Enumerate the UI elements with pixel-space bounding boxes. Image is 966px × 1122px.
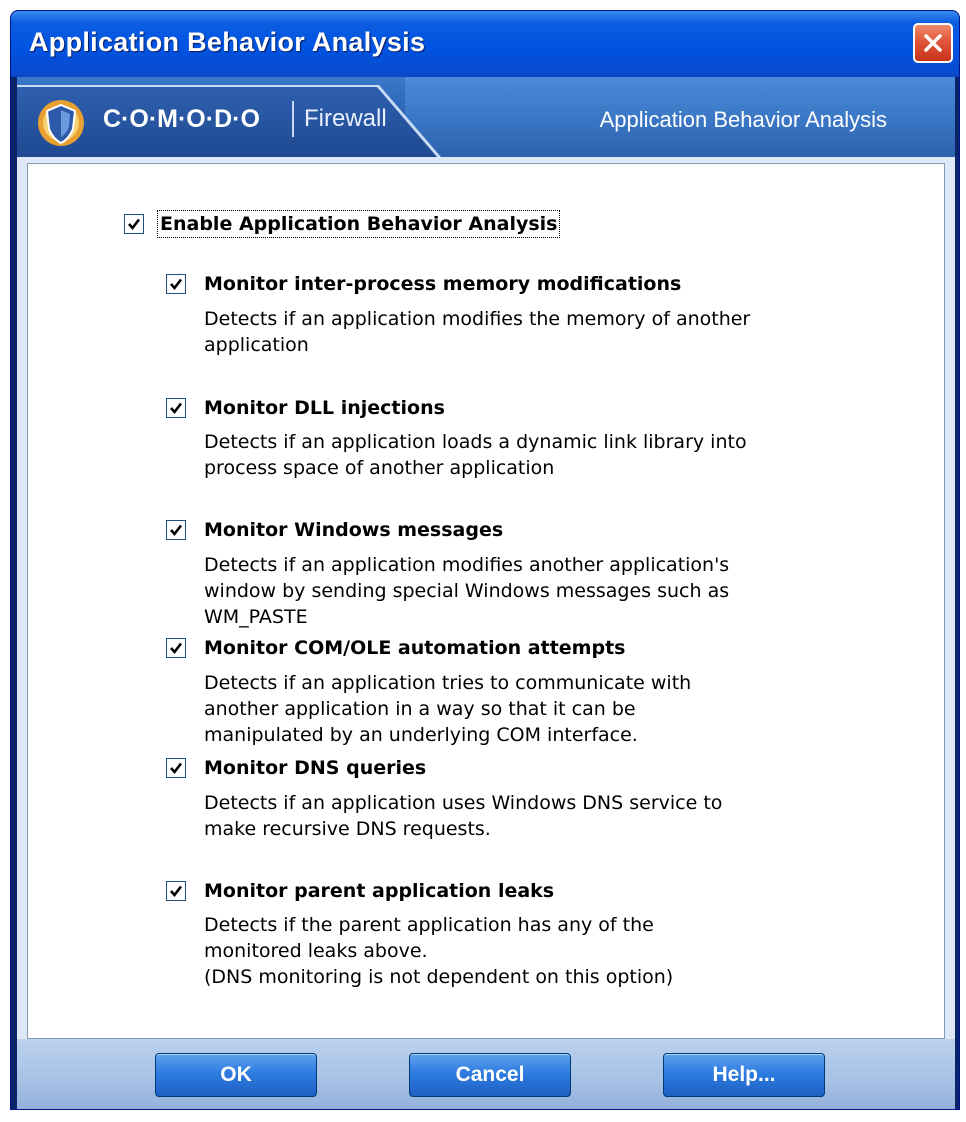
product-name: Firewall — [304, 105, 387, 132]
dns-queries-label[interactable]: Monitor DNS queries — [204, 757, 426, 779]
dialog-window: Application Behavior Analysis C·O·M·O·D·… — [10, 10, 960, 1110]
com-ole-automation-desc-line: Detects if an application tries to commu… — [204, 672, 692, 694]
brand-name: C·O·M·O·D·O — [103, 105, 260, 133]
inter-process-memory-label[interactable]: Monitor inter-process memory modificatio… — [204, 273, 681, 295]
checkmark-icon — [170, 524, 183, 537]
close-icon — [924, 34, 942, 52]
com-ole-automation-label[interactable]: Monitor COM/OLE automation attempts — [204, 637, 625, 659]
dll-injections-checkbox[interactable] — [166, 398, 186, 418]
title-bar[interactable]: Application Behavior Analysis — [11, 11, 959, 77]
window-title: Application Behavior Analysis — [29, 27, 426, 57]
dll-injections-desc-line: process space of another application — [204, 457, 555, 479]
parent-app-leaks-label[interactable]: Monitor parent application leaks — [204, 880, 554, 902]
com-ole-automation-desc-line: another application in a way so that it … — [204, 698, 636, 720]
windows-messages-label[interactable]: Monitor Windows messages — [204, 519, 503, 541]
inter-process-memory-desc-line: application — [204, 334, 309, 356]
help-button[interactable]: Help... — [663, 1053, 825, 1097]
windows-messages-checkbox[interactable] — [166, 520, 186, 540]
dll-injections-desc-line: Detects if an application loads a dynami… — [204, 431, 747, 453]
checkmark-icon — [128, 218, 141, 231]
checkmark-icon — [170, 402, 183, 415]
cancel-button[interactable]: Cancel — [409, 1053, 571, 1097]
parent-app-leaks-desc-line: Detects if the parent application has an… — [204, 914, 654, 936]
inter-process-memory-desc-line: Detects if an application modifies the m… — [204, 308, 751, 330]
windows-messages-desc-line: Detects if an application modifies anoth… — [204, 554, 730, 576]
dll-injections-label[interactable]: Monitor DLL injections — [204, 397, 445, 419]
inter-process-memory-checkbox[interactable] — [166, 274, 186, 294]
ok-button[interactable]: OK — [155, 1053, 317, 1097]
dns-queries-desc-line: Detects if an application uses Windows D… — [204, 792, 723, 814]
banner-title: Application Behavior Analysis — [599, 107, 887, 132]
dialog-body: Enable Application Behavior Analysis Mon… — [17, 157, 955, 1109]
comodo-shield-icon — [38, 100, 84, 146]
enable-analysis-label[interactable]: Enable Application Behavior Analysis — [156, 210, 561, 238]
button-bar: OK Cancel Help... — [17, 1039, 955, 1109]
com-ole-automation-checkbox[interactable] — [166, 638, 186, 658]
parent-app-leaks-desc-line: (DNS monitoring is not dependent on this… — [204, 966, 674, 988]
brand-divider — [292, 101, 294, 137]
options-panel: Enable Application Behavior Analysis Mon… — [27, 163, 945, 1039]
checkmark-icon — [170, 278, 183, 291]
checkmark-icon — [170, 642, 183, 655]
header-banner: C·O·M·O·D·O Firewall Application Behavio… — [17, 77, 955, 157]
windows-messages-desc-line: WM_PASTE — [204, 606, 308, 628]
close-button[interactable] — [913, 23, 953, 63]
enable-analysis-checkbox[interactable] — [124, 214, 144, 234]
checkmark-icon — [170, 762, 183, 775]
checkmark-icon — [170, 885, 183, 898]
com-ole-automation-desc-line: manipulated by an underlying COM interfa… — [204, 724, 638, 746]
windows-messages-desc-line: window by sending special Windows messag… — [204, 580, 730, 602]
parent-app-leaks-checkbox[interactable] — [166, 881, 186, 901]
dns-queries-checkbox[interactable] — [166, 758, 186, 778]
parent-app-leaks-desc-line: monitored leaks above. — [204, 940, 428, 962]
dns-queries-desc-line: make recursive DNS requests. — [204, 818, 491, 840]
